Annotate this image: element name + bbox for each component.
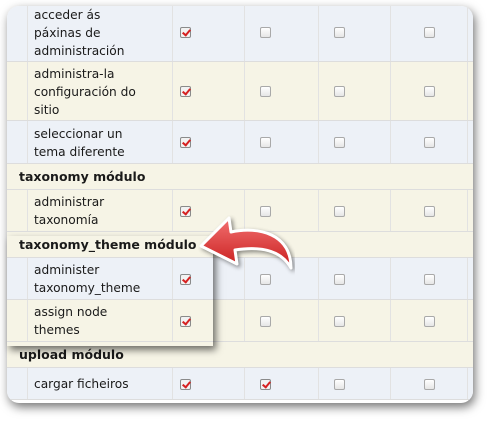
column-divider — [467, 368, 468, 399]
column-divider — [467, 121, 468, 163]
checkbox-unchecked[interactable] — [334, 274, 345, 285]
permission-label-line: páxinas de — [34, 26, 101, 40]
checkbox-checked[interactable] — [180, 379, 191, 390]
column-divider — [27, 368, 28, 399]
checkbox-unchecked[interactable] — [260, 27, 271, 38]
permission-row: administra-la configuración do sitio — [7, 62, 473, 121]
column-divider — [244, 121, 245, 163]
checkbox-unchecked[interactable] — [424, 137, 435, 148]
checkbox-unchecked[interactable] — [424, 316, 435, 327]
column-divider — [244, 6, 245, 61]
permission-label-line: seleccionar un — [34, 127, 123, 141]
column-divider — [244, 62, 245, 120]
column-divider — [390, 258, 391, 299]
checkbox-checked[interactable] — [180, 137, 191, 148]
column-divider — [318, 62, 319, 120]
checkbox-checked[interactable] — [180, 86, 191, 97]
checkbox-unchecked[interactable] — [424, 86, 435, 97]
checkbox-unchecked[interactable] — [334, 206, 345, 217]
checkbox-checked[interactable] — [260, 379, 271, 390]
column-divider — [467, 6, 468, 61]
column-divider — [467, 300, 468, 341]
column-divider — [318, 6, 319, 61]
checkbox-checked[interactable] — [180, 206, 191, 217]
permission-label-line: sitio — [34, 103, 60, 117]
column-divider — [390, 300, 391, 341]
column-divider — [172, 121, 173, 163]
highlight-callout — [7, 236, 213, 346]
permission-label-line: administra-la — [34, 67, 115, 81]
column-divider — [318, 300, 319, 341]
checkbox-unchecked[interactable] — [334, 86, 345, 97]
permission-label-line: tema diferente — [34, 145, 125, 159]
column-divider — [27, 121, 28, 163]
column-divider — [390, 368, 391, 399]
module-title: taxonomy módulo — [19, 169, 146, 184]
column-divider — [467, 62, 468, 120]
module-header: taxonomy módulo — [7, 164, 473, 190]
permission-label-line: cargar ficheiros — [34, 377, 129, 391]
column-divider — [27, 6, 28, 61]
column-divider — [390, 190, 391, 231]
column-divider — [390, 121, 391, 163]
curved-arrow-icon — [199, 216, 293, 270]
checkbox-unchecked[interactable] — [260, 86, 271, 97]
permission-label-line: administrar — [34, 195, 105, 209]
permission-label-line: taxonomía — [34, 213, 99, 227]
permission-label: administra-la configuración do sitio — [34, 65, 164, 119]
column-divider — [27, 190, 28, 231]
permission-label-line: acceder ás — [34, 8, 101, 22]
column-divider — [467, 258, 468, 299]
checkbox-unchecked[interactable] — [334, 137, 345, 148]
checkbox-checked[interactable] — [180, 27, 191, 38]
column-divider — [318, 190, 319, 231]
checkbox-unchecked[interactable] — [424, 274, 435, 285]
checkbox-unchecked[interactable] — [424, 379, 435, 390]
permission-label: administrar taxonomía — [34, 193, 164, 229]
permission-label: seleccionar un tema diferente — [34, 125, 164, 161]
column-divider — [244, 368, 245, 399]
checkbox-unchecked[interactable] — [424, 206, 435, 217]
checkbox-unchecked[interactable] — [260, 316, 271, 327]
column-divider — [244, 300, 245, 341]
checkbox-unchecked[interactable] — [260, 137, 271, 148]
column-divider — [172, 190, 173, 231]
column-divider — [467, 190, 468, 231]
permission-row: seleccionar un tema diferente — [7, 121, 473, 164]
permission-row: cargar ficheiros — [7, 368, 473, 400]
column-divider — [27, 62, 28, 120]
permission-label: cargar ficheiros — [34, 375, 164, 393]
checkbox-unchecked[interactable] — [334, 379, 345, 390]
permission-row: acceder ás páxinas de administración — [7, 6, 473, 62]
column-divider — [390, 6, 391, 61]
permission-label-line: configuración do — [34, 85, 136, 99]
column-divider — [172, 62, 173, 120]
checkbox-unchecked[interactable] — [424, 27, 435, 38]
column-divider — [318, 368, 319, 399]
column-divider — [172, 368, 173, 399]
checkbox-unchecked[interactable] — [334, 27, 345, 38]
column-divider — [318, 258, 319, 299]
permission-label: acceder ás páxinas de administración — [34, 6, 164, 60]
column-divider — [172, 6, 173, 61]
permission-label-line: administración — [34, 44, 125, 58]
checkbox-unchecked[interactable] — [334, 316, 345, 327]
column-divider — [318, 121, 319, 163]
column-divider — [390, 62, 391, 120]
